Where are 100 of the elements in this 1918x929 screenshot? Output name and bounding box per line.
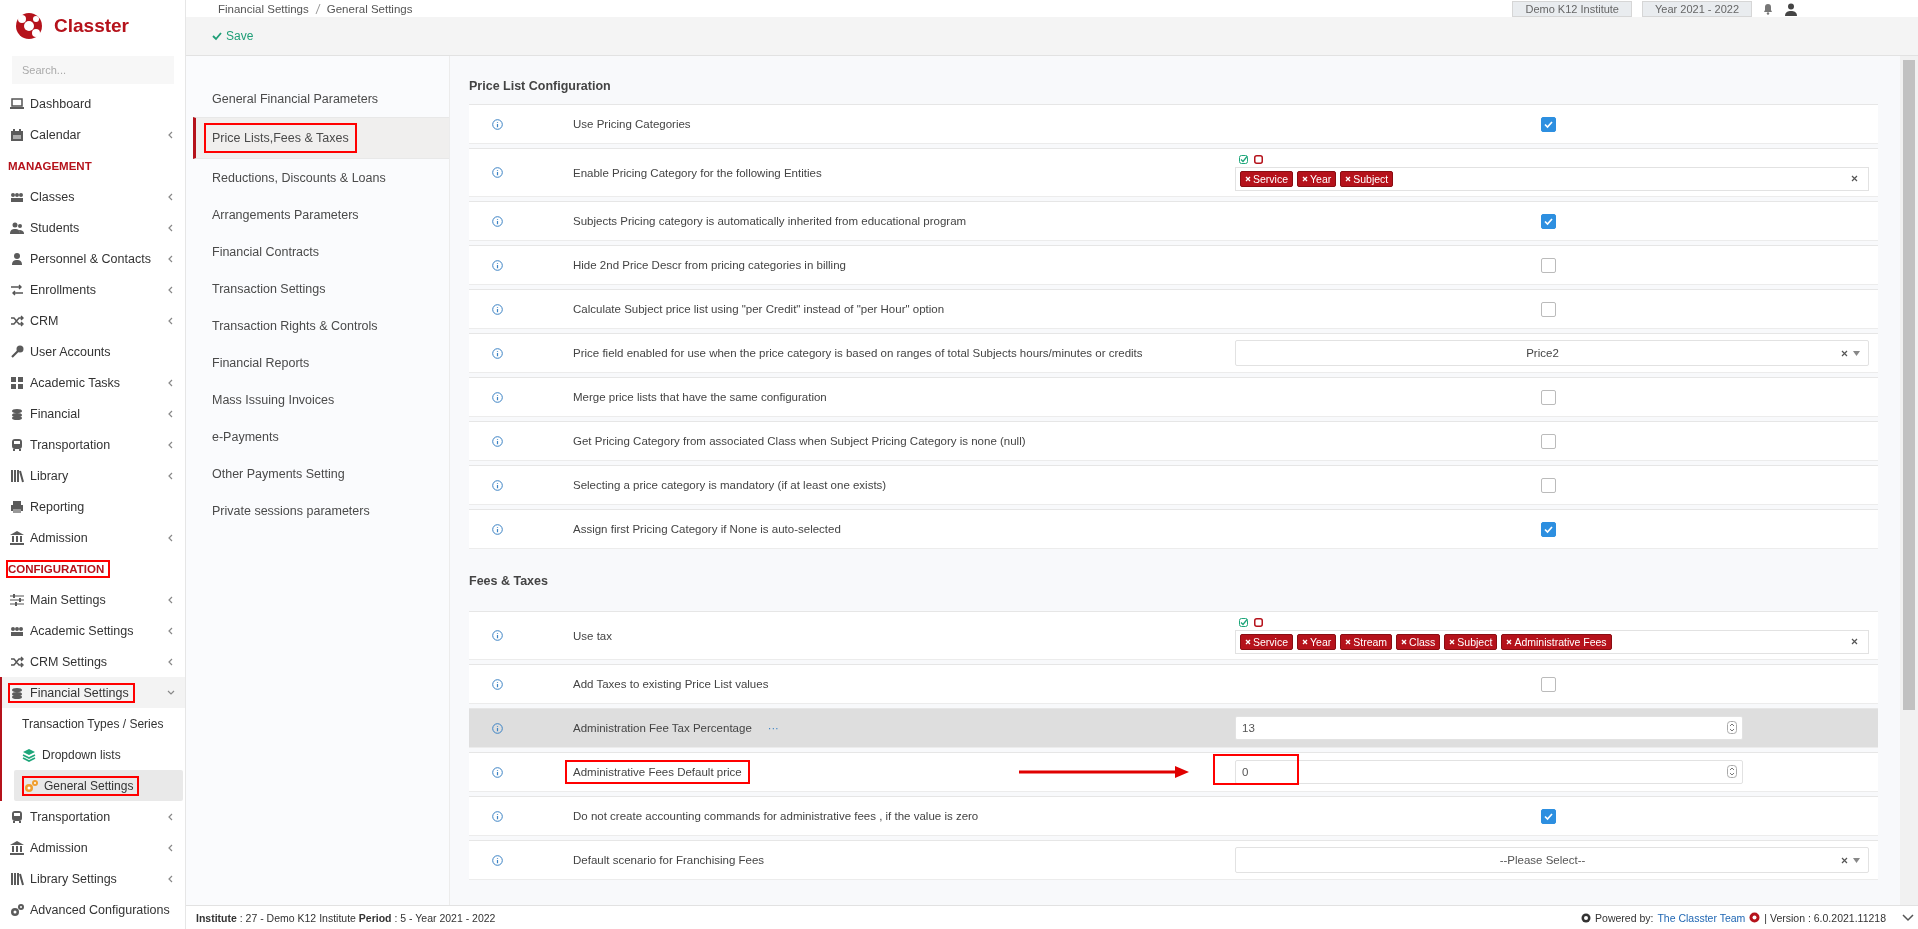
settings-nav-item[interactable]: Other Payments Setting: [186, 455, 449, 492]
sidebar-item[interactable]: Admission: [0, 522, 185, 553]
sidebar-item[interactable]: CRM Settings: [0, 646, 185, 677]
info-icon[interactable]: [492, 259, 503, 271]
info-icon[interactable]: [492, 347, 503, 359]
sidebar-item[interactable]: Transaction Types / Series: [2, 708, 185, 739]
tag[interactable]: Service: [1240, 170, 1293, 187]
remove-icon[interactable]: [1245, 638, 1251, 645]
dropdown[interactable]: Price2: [1235, 340, 1869, 366]
settings-nav-item[interactable]: Price Lists,Fees & Taxes: [193, 117, 449, 159]
info-icon[interactable]: [492, 215, 503, 227]
remove-icon[interactable]: [1401, 638, 1408, 645]
chevron-left-icon[interactable]: [167, 378, 175, 387]
sidebar-item[interactable]: Personnel & Contacts: [0, 243, 185, 274]
tag[interactable]: Subject: [1444, 633, 1498, 650]
remove-icon[interactable]: [1302, 638, 1308, 645]
tag[interactable]: Year: [1297, 633, 1337, 650]
settings-nav-item[interactable]: Private sessions parameters: [186, 492, 449, 529]
chevron-left-icon[interactable]: [167, 285, 175, 294]
checkbox[interactable]: [1541, 808, 1556, 824]
checkbox[interactable]: [1541, 676, 1556, 692]
chevron-left-icon[interactable]: [167, 316, 175, 325]
info-icon[interactable]: [492, 303, 503, 315]
settings-nav-item[interactable]: Transaction Settings: [186, 270, 449, 307]
sidebar-item[interactable]: Dashboard: [0, 88, 185, 119]
square-icon[interactable]: [1254, 617, 1263, 627]
checkbox[interactable]: [1541, 301, 1556, 317]
checkbox[interactable]: [1541, 213, 1556, 229]
tag-field[interactable]: Service Year Subject: [1235, 166, 1869, 191]
sidebar-item[interactable]: Financial: [0, 398, 185, 429]
chevron-left-icon[interactable]: [167, 533, 175, 542]
chevron-left-icon[interactable]: [167, 409, 175, 418]
clear-icon[interactable]: [1841, 349, 1848, 357]
search-field[interactable]: Search...: [12, 56, 174, 84]
sidebar-item[interactable]: Dropdown lists: [2, 739, 185, 770]
chevron-left-icon[interactable]: [167, 874, 175, 883]
tag-field[interactable]: Service Year Stream Class Subject Administrative Fees: [1235, 629, 1869, 654]
chevron-left-icon[interactable]: [167, 595, 175, 604]
checkbox[interactable]: [1541, 521, 1556, 537]
chevron-left-icon[interactable]: [167, 471, 175, 480]
settings-nav-item[interactable]: Financial Reports: [186, 344, 449, 381]
institute-button[interactable]: Demo K12 Institute: [1512, 0, 1632, 17]
clear-icon[interactable]: [1851, 175, 1858, 182]
remove-icon[interactable]: [1506, 638, 1513, 645]
checkbox[interactable]: [1541, 477, 1556, 493]
chevron-left-icon[interactable]: [167, 192, 175, 201]
tag[interactable]: Year: [1297, 170, 1337, 187]
scrollbar-thumb[interactable]: [1903, 60, 1915, 710]
remove-icon[interactable]: [1345, 175, 1352, 182]
settings-nav-item[interactable]: Reductions, Discounts & Loans: [186, 159, 449, 196]
tag[interactable]: Stream: [1340, 633, 1393, 650]
chevron-left-icon[interactable]: [167, 130, 175, 139]
sidebar-item[interactable]: Transportation: [0, 429, 185, 460]
info-icon[interactable]: [492, 167, 503, 178]
bell-icon[interactable]: [1762, 2, 1774, 15]
sidebar-item[interactable]: Academic Settings: [0, 615, 185, 646]
sidebar-item[interactable]: User Accounts: [0, 336, 185, 367]
sidebar-item[interactable]: Calendar: [0, 119, 185, 150]
info-icon[interactable]: [492, 766, 503, 778]
breadcrumb-link[interactable]: General Settings: [326, 2, 413, 15]
checkbox[interactable]: [1541, 257, 1556, 273]
chevron-left-icon[interactable]: [167, 812, 175, 821]
sidebar-item[interactable]: Admission: [0, 832, 185, 863]
check-square-icon[interactable]: [1239, 617, 1248, 627]
chevron-left-icon[interactable]: [167, 440, 175, 449]
sidebar-item[interactable]: Academic Tasks: [0, 367, 185, 398]
checkbox[interactable]: [1541, 433, 1556, 449]
settings-nav-item[interactable]: Arrangements Parameters: [186, 196, 449, 233]
settings-nav-item[interactable]: General Financial Parameters: [186, 80, 449, 117]
check-square-icon[interactable]: [1239, 154, 1248, 164]
info-icon[interactable]: [492, 118, 503, 130]
info-icon[interactable]: [492, 854, 503, 866]
sidebar-item[interactable]: Library Settings: [0, 863, 185, 894]
spinner-icon[interactable]: [1727, 765, 1737, 778]
info-icon[interactable]: [492, 722, 503, 734]
caret-down-icon[interactable]: [1853, 350, 1860, 356]
remove-icon[interactable]: [1345, 638, 1352, 645]
tag[interactable]: Subject: [1340, 170, 1394, 187]
sidebar-item[interactable]: Classes: [0, 181, 185, 212]
tag[interactable]: Class: [1396, 633, 1441, 650]
settings-nav-item[interactable]: Transaction Rights & Controls: [186, 307, 449, 344]
settings-nav-item[interactable]: Financial Contracts: [186, 233, 449, 270]
info-icon[interactable]: [492, 630, 503, 641]
info-icon[interactable]: [492, 435, 503, 447]
chevron-left-icon[interactable]: [167, 626, 175, 635]
info-icon[interactable]: [492, 479, 503, 491]
period-dropdown[interactable]: Year 2021 - 2022: [1642, 0, 1752, 17]
remove-icon[interactable]: [1245, 175, 1251, 182]
caret-down-icon[interactable]: [1853, 857, 1860, 863]
settings-nav-item[interactable]: Mass Issuing Invoices: [186, 381, 449, 418]
info-icon[interactable]: [492, 678, 503, 690]
remove-icon[interactable]: [1449, 638, 1456, 645]
sidebar-item[interactable]: Enrollments: [0, 274, 185, 305]
chevron-down-icon[interactable]: [167, 688, 175, 697]
info-icon[interactable]: [492, 391, 503, 403]
clear-icon[interactable]: [1841, 856, 1848, 864]
sidebar-item[interactable]: CRM: [0, 305, 185, 336]
sidebar-item[interactable]: Advanced Configurations: [0, 894, 185, 925]
dropdown[interactable]: --Please Select--: [1235, 847, 1869, 873]
tag[interactable]: Administrative Fees: [1501, 633, 1612, 650]
